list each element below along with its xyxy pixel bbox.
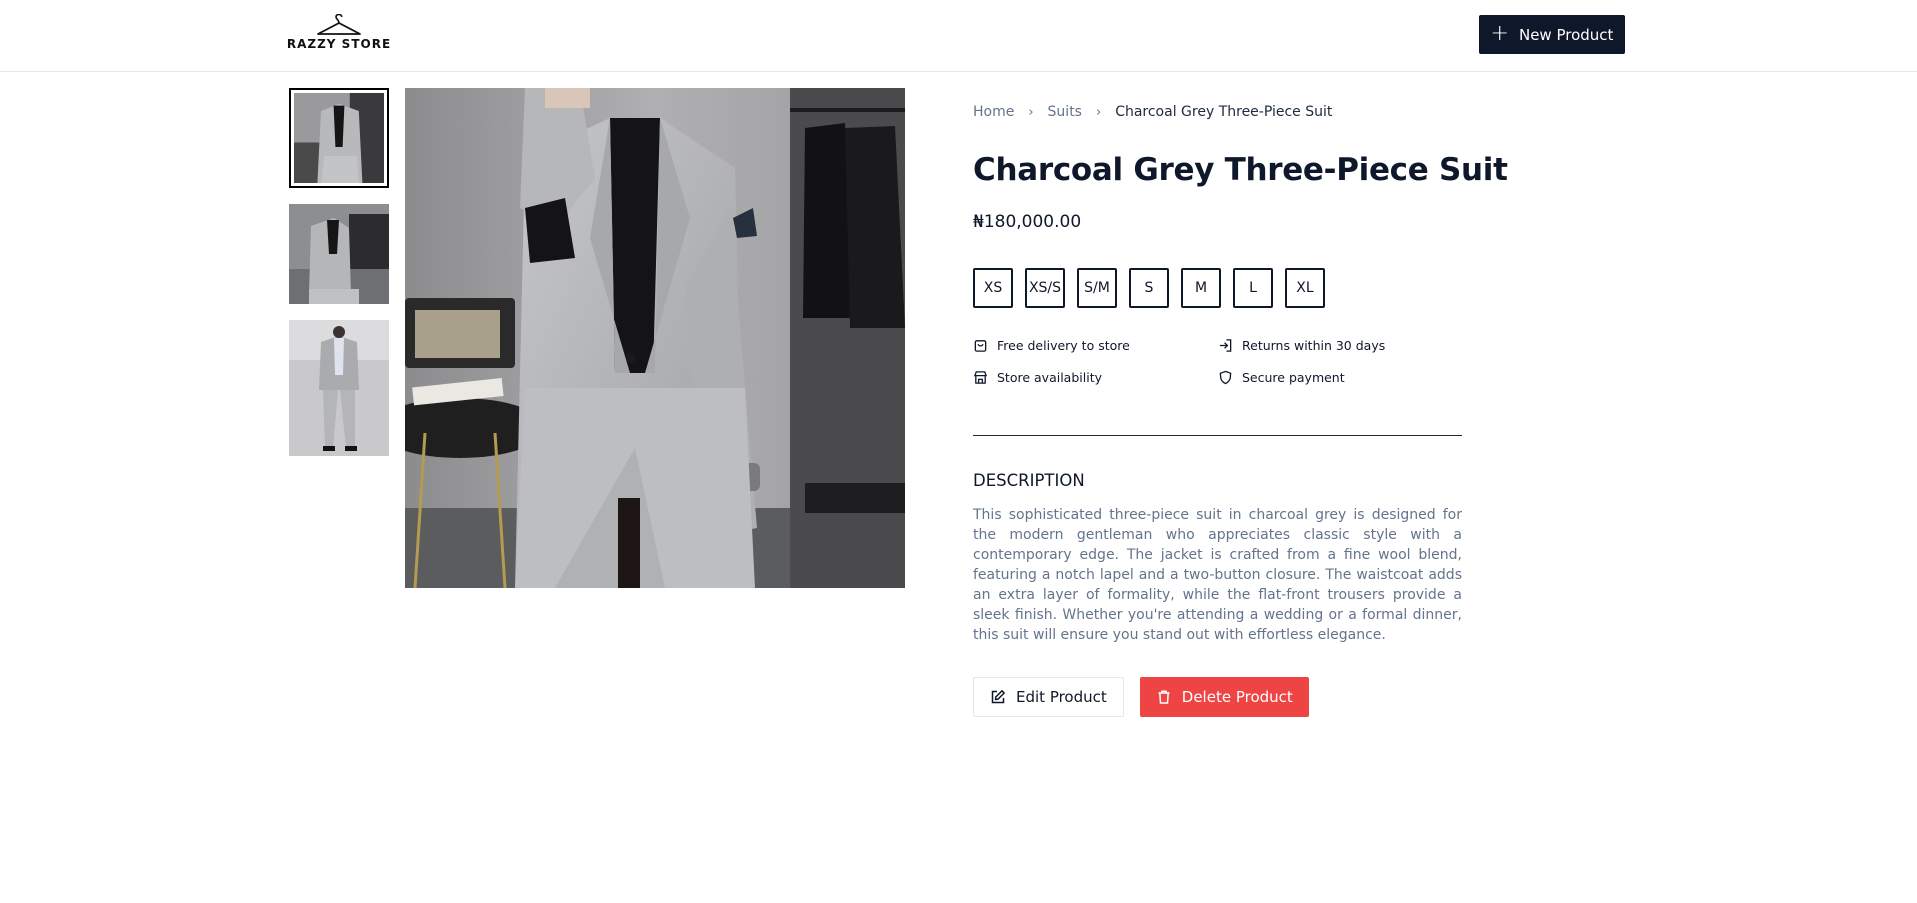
shield-icon bbox=[1219, 370, 1232, 385]
feature-store-availability: Store availability bbox=[973, 370, 1102, 385]
size-option-s-m[interactable]: S/M bbox=[1077, 268, 1117, 308]
breadcrumb-home[interactable]: Home bbox=[973, 104, 1014, 120]
description-text: This sophisticated three-piece suit in c… bbox=[973, 507, 1462, 643]
plus-icon: + bbox=[1490, 20, 1509, 46]
thumbnail-2[interactable] bbox=[289, 204, 389, 304]
size-option-xs[interactable]: XS bbox=[973, 268, 1013, 308]
new-product-label: New Product bbox=[1518, 25, 1614, 44]
thumbnail-image-2 bbox=[289, 204, 389, 304]
site-header: RAZZY STORE + New Product bbox=[0, 0, 1917, 72]
chevron-right-icon: › bbox=[1095, 104, 1102, 120]
product-title: Charcoal Grey Three-Piece Suit bbox=[973, 152, 1508, 188]
delete-product-button[interactable]: Delete Product bbox=[1139, 677, 1309, 717]
new-product-button[interactable]: + New Product bbox=[1479, 15, 1625, 54]
store-icon bbox=[973, 371, 988, 384]
thumbnail-image-3 bbox=[289, 320, 389, 456]
size-option-l[interactable]: L bbox=[1233, 268, 1273, 308]
store-logo[interactable]: RAZZY STORE bbox=[286, 14, 392, 56]
feature-label: Secure payment bbox=[1242, 370, 1345, 385]
product-photo bbox=[405, 88, 905, 588]
feature-returns: Returns within 30 days bbox=[1218, 338, 1385, 353]
feature-label: Free delivery to store bbox=[997, 338, 1130, 353]
product-price: ₦180,000.00 bbox=[973, 212, 1082, 232]
main-product-image bbox=[405, 88, 905, 588]
size-option-m[interactable]: M bbox=[1181, 268, 1221, 308]
thumbnail-3[interactable] bbox=[289, 320, 389, 456]
breadcrumb-current: Charcoal Grey Three-Piece Suit bbox=[1115, 104, 1333, 120]
breadcrumb-suits[interactable]: Suits bbox=[1048, 104, 1082, 120]
bag-icon bbox=[974, 340, 987, 352]
trash-icon bbox=[1158, 690, 1170, 704]
edit-product-label: Edit Product bbox=[1016, 688, 1107, 706]
thumbnail-1[interactable] bbox=[289, 88, 389, 188]
edit-product-button[interactable]: Edit Product bbox=[973, 677, 1124, 717]
delete-product-label: Delete Product bbox=[1181, 688, 1293, 706]
hanger-icon bbox=[317, 14, 361, 35]
size-option-xl[interactable]: XL bbox=[1285, 268, 1325, 308]
breadcrumb: Home › Suits › Charcoal Grey Three-Piece… bbox=[973, 104, 1332, 120]
edit-icon bbox=[991, 690, 1005, 704]
feature-label: Returns within 30 days bbox=[1242, 338, 1386, 353]
section-divider bbox=[973, 435, 1462, 436]
product-actions: Edit Product Delete Product bbox=[973, 677, 1309, 717]
size-option-s[interactable]: S bbox=[1129, 268, 1169, 308]
login-arrow-icon bbox=[1219, 339, 1232, 352]
logo-text: RAZZY STORE bbox=[286, 37, 392, 51]
size-option-xs-s[interactable]: XS/S bbox=[1025, 268, 1065, 308]
feature-secure-payment: Secure payment bbox=[1218, 370, 1345, 385]
feature-label: Store availability bbox=[997, 370, 1102, 385]
thumbnail-image-1 bbox=[294, 93, 384, 183]
chevron-right-icon: › bbox=[1028, 104, 1034, 120]
size-selector: XS XS/S S/M S M L XL bbox=[973, 268, 1325, 308]
description-heading: DESCRIPTION bbox=[973, 471, 1085, 490]
feature-free-delivery: Free delivery to store bbox=[973, 338, 1130, 353]
